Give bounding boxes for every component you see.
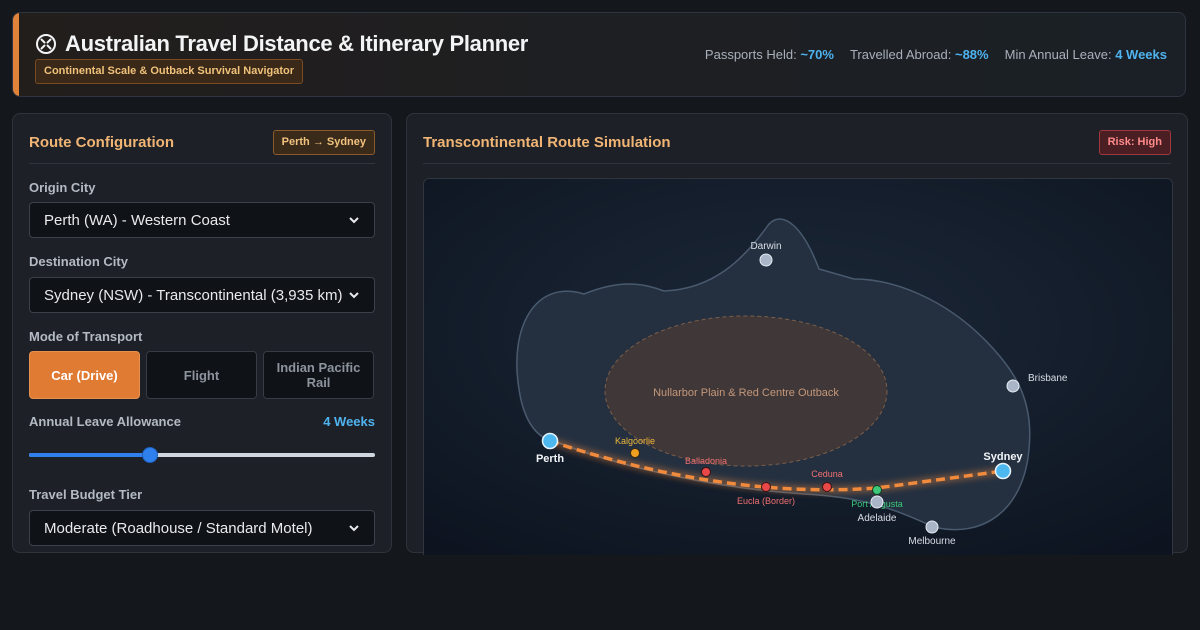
panel-title: Transcontinental Route Simulation <box>423 134 671 151</box>
chevron-down-icon <box>349 525 359 532</box>
stat-passports: Passports Held: ~70% <box>704 47 834 62</box>
divider <box>423 163 1171 164</box>
balladonia-label: Balladonia <box>685 456 727 466</box>
panel-title: Route Configuration <box>29 134 174 151</box>
origin-label: Origin City <box>29 180 96 195</box>
eucla-marker[interactable] <box>761 482 771 492</box>
chevron-down-icon <box>349 217 359 224</box>
slider-fill <box>29 453 150 457</box>
ceduna-label: Ceduna <box>811 469 843 479</box>
risk-badge: Risk: High <box>1098 130 1171 155</box>
destination-select[interactable]: Sydney (NSW) - Transcontinental (3,935 k… <box>29 277 375 313</box>
leave-label: Annual Leave Allowance <box>29 414 181 429</box>
route-map[interactable]: Nullarbor Plain & Red Centre Outback Dar… <box>423 178 1173 555</box>
sydney-marker[interactable] <box>994 462 1012 480</box>
transport-options: Car (Drive) Flight Indian Pacific Rail <box>29 351 374 399</box>
leave-value: 4 Weeks <box>323 414 375 429</box>
budget-label: Travel Budget Tier <box>29 487 143 502</box>
adelaide-label: Adelaide <box>858 513 897 524</box>
chevron-down-icon <box>349 292 359 299</box>
eucla-label: Eucla (Border) <box>737 496 795 506</box>
darwin-label: Darwin <box>750 241 781 252</box>
melbourne-label: Melbourne <box>908 536 956 547</box>
perth-label: Perth <box>536 453 564 465</box>
stat-travelled: Travelled Abroad: ~88% <box>849 47 989 62</box>
adelaide-marker[interactable] <box>870 495 884 509</box>
route-badge: Perth → Sydney <box>272 130 375 155</box>
melbourne-marker[interactable] <box>925 520 939 534</box>
leave-slider[interactable] <box>29 447 375 463</box>
header-accent-bar <box>13 13 19 96</box>
route-simulation-panel: Transcontinental Route Simulation Risk: … <box>406 113 1188 555</box>
budget-select[interactable]: Moderate (Roadhouse / Standard Motel) <box>29 510 375 546</box>
australia-map-svg: Nullarbor Plain & Red Centre Outback Dar… <box>424 179 1172 555</box>
transport-label: Mode of Transport <box>29 329 143 344</box>
perth-marker[interactable] <box>541 432 559 450</box>
title-row: Australian Travel Distance & Itinerary P… <box>35 31 528 57</box>
subtitle-badge: Continental Scale & Outback Survival Nav… <box>35 59 304 84</box>
stats-bar: Passports Held: ~70% Travelled Abroad: ~… <box>705 47 1167 62</box>
route-config-panel: Route Configuration Perth → Sydney Origi… <box>12 113 392 553</box>
sydney-label: Sydney <box>983 451 1023 463</box>
brisbane-marker[interactable] <box>1006 379 1020 393</box>
transport-car-button[interactable]: Car (Drive) <box>29 351 140 399</box>
transport-flight-button[interactable]: Flight <box>146 351 257 399</box>
divider <box>29 163 375 164</box>
kalgoorlie-marker[interactable] <box>630 448 640 458</box>
stat-leave: Min Annual Leave: 4 Weeks <box>1004 47 1167 62</box>
destination-label: Destination City <box>29 254 128 269</box>
outback-label: Nullarbor Plain & Red Centre Outback <box>653 387 839 399</box>
darwin-marker[interactable] <box>759 253 773 267</box>
slider-thumb[interactable] <box>142 447 158 463</box>
port-augusta-marker[interactable] <box>872 485 882 495</box>
origin-select[interactable]: Perth (WA) - Western Coast <box>29 202 375 238</box>
compass-icon <box>36 34 56 54</box>
balladonia-marker[interactable] <box>701 467 711 477</box>
transport-rail-button[interactable]: Indian Pacific Rail <box>263 351 374 399</box>
brisbane-label: Brisbane <box>1028 373 1068 384</box>
app-header: Australian Travel Distance & Itinerary P… <box>12 12 1186 97</box>
kalgoorlie-label: Kalgoorlie <box>615 436 655 446</box>
ceduna-marker[interactable] <box>822 482 832 492</box>
page-title: Australian Travel Distance & Itinerary P… <box>65 31 529 56</box>
